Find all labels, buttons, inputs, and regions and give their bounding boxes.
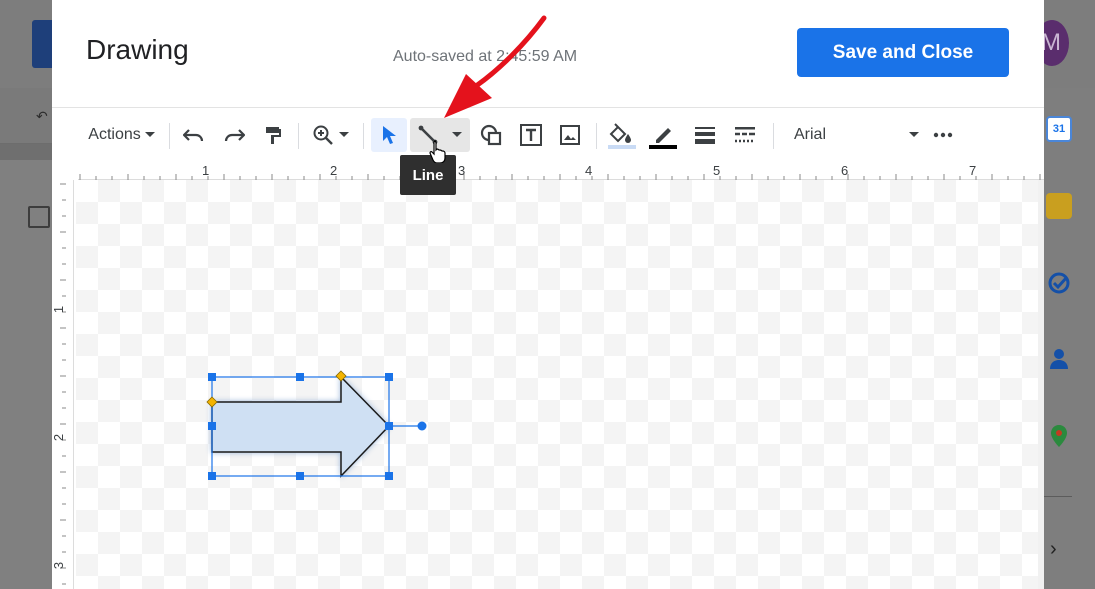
fill-color-icon (608, 123, 636, 149)
chevron-down-icon (339, 132, 349, 137)
vertical-ruler: 1 2 3 (52, 180, 74, 589)
ruler-label: 3 (458, 163, 466, 178)
ruler-label: 5 (713, 163, 721, 178)
redo-icon (224, 129, 245, 142)
ruler-label: 7 (969, 163, 977, 178)
ruler-ticks (79, 174, 1041, 180)
undo-icon (183, 129, 204, 142)
cursor-icon (383, 126, 396, 144)
fill-color-button[interactable] (605, 118, 639, 152)
actions-label: Actions (88, 126, 141, 143)
image-icon (560, 125, 580, 145)
redo-button[interactable] (219, 118, 249, 152)
chevron-down-icon (144, 132, 155, 137)
drawing-dialog: Drawing Auto-saved at 2:45:59 AM Save an… (52, 0, 1044, 589)
toolbar-divider (363, 123, 364, 149)
toolbar-divider (169, 123, 170, 149)
ruler-label: 4 (585, 163, 593, 178)
side-divider (1044, 496, 1072, 497)
border-color-button[interactable] (646, 118, 680, 152)
pencil-icon (649, 128, 677, 149)
undo-button[interactable] (179, 118, 209, 152)
ruler-ticks (60, 183, 66, 585)
border-dash-button[interactable] (729, 118, 761, 152)
zoom-in-icon (313, 125, 333, 145)
ruler-label: 2 (52, 433, 67, 442)
toolbar-divider (298, 123, 299, 149)
image-button[interactable] (555, 118, 585, 152)
calendar-day: 31 (1052, 123, 1066, 135)
ruler-label: 6 (841, 163, 849, 178)
side-panel (1044, 88, 1095, 589)
paint-format-icon (266, 127, 281, 144)
calendar-icon[interactable]: 31 (1046, 116, 1072, 142)
drawing-canvas[interactable] (76, 180, 1038, 589)
paint-format-button[interactable] (258, 118, 288, 152)
dialog-title: Drawing (86, 34, 189, 65)
canvas-scrollbar[interactable] (1038, 180, 1044, 589)
ruler-label: 2 (330, 163, 338, 178)
zoom-button[interactable] (308, 118, 354, 152)
toolbar-divider (596, 123, 597, 149)
selected-arrow-shape[interactable] (76, 180, 1038, 589)
maps-icon[interactable] (1046, 423, 1072, 449)
horizontal-ruler: 1 2 3 4 5 6 7 (78, 162, 1044, 180)
shape-icon (480, 124, 502, 146)
chevron-down-icon (909, 132, 919, 137)
font-name: Arial (794, 126, 827, 143)
more-horizontal-icon (933, 132, 953, 138)
tasks-icon[interactable] (1046, 270, 1072, 296)
border-dash-icon (735, 127, 755, 143)
ruler-label: 1 (202, 163, 210, 178)
save-and-close-button[interactable]: Save and Close (797, 28, 1009, 77)
border-weight-icon (695, 127, 715, 144)
actions-menu[interactable]: Actions (82, 118, 162, 152)
contacts-icon[interactable] (1046, 345, 1072, 371)
font-select[interactable]: Arial (794, 118, 920, 152)
chevron-right-icon[interactable]: › (1050, 538, 1057, 561)
annotation-arrow (444, 15, 547, 118)
background-band (0, 144, 52, 160)
border-weight-button[interactable] (689, 118, 721, 152)
hand-cursor-icon (429, 140, 446, 163)
ruler-label: 3 (52, 561, 67, 570)
more-options-button[interactable] (928, 118, 958, 152)
select-tool-button[interactable] (371, 118, 407, 152)
toolbar-divider (773, 123, 774, 149)
undo-icon: ↶ (36, 108, 48, 124)
chevron-down-icon (452, 132, 462, 137)
ruler-label: 1 (52, 305, 67, 314)
outline-icon (28, 206, 50, 228)
keep-icon[interactable] (1046, 193, 1072, 219)
text-box-icon (520, 124, 542, 146)
